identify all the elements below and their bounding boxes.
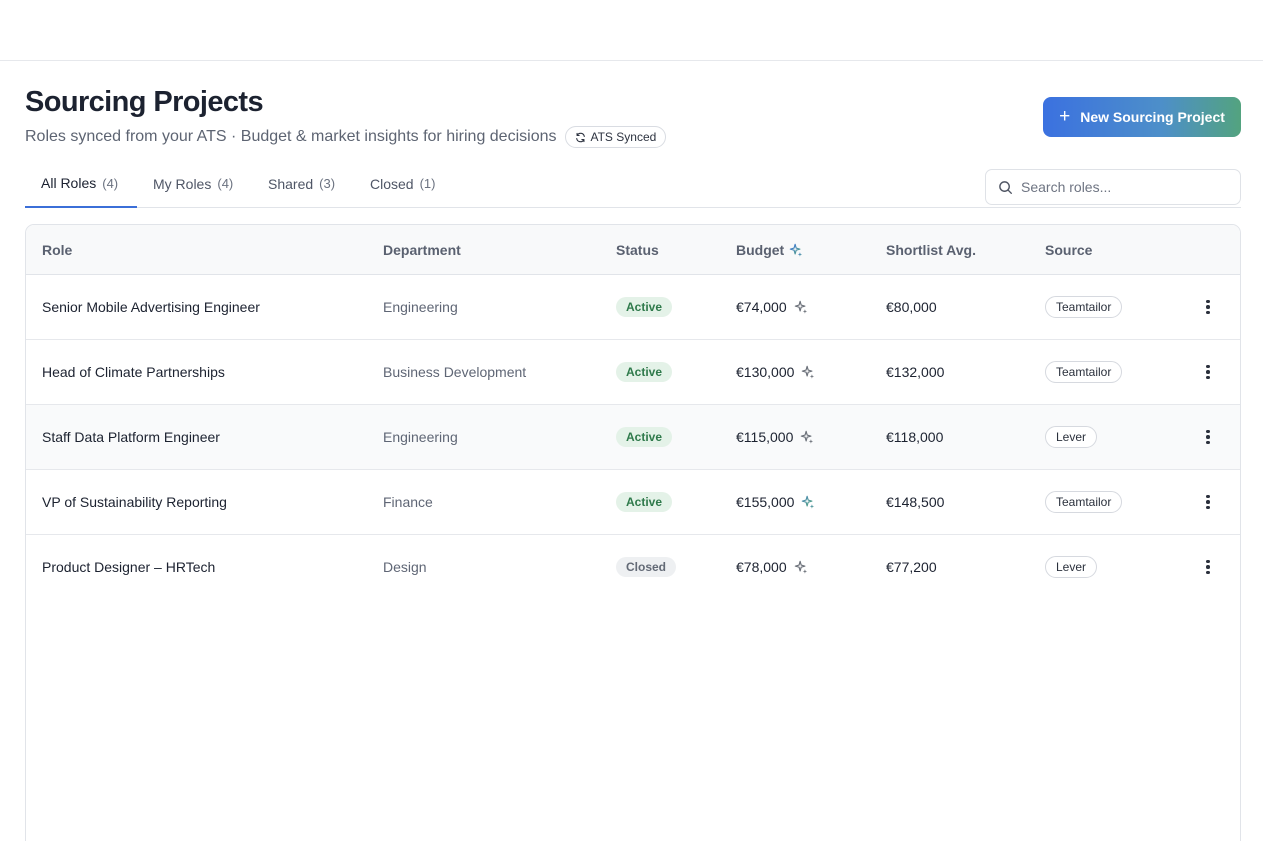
tab-closed[interactable]: Closed (1): [370, 160, 435, 207]
department: Engineering: [383, 429, 458, 445]
tab-label: Shared: [268, 175, 314, 192]
shortlist-avg: €148,500: [886, 494, 945, 510]
tab-my-roles[interactable]: My Roles (4): [153, 160, 233, 207]
more-vertical-icon[interactable]: [1198, 470, 1218, 534]
status-badge: Active: [616, 297, 673, 317]
column-header-budget[interactable]: Budget: [736, 225, 803, 274]
more-vertical-icon[interactable]: [1198, 275, 1218, 339]
budget-header-label: Budget: [736, 241, 785, 258]
column-header-status[interactable]: Status: [616, 225, 659, 274]
page-subtitle: Roles synced from your ATS · Budget & ma…: [25, 128, 557, 145]
table-row[interactable]: VP of Sustainability Reporting Finance A…: [26, 470, 1240, 535]
source-badge: Teamtailor: [1045, 361, 1123, 383]
sparkle-icon[interactable]: [801, 495, 815, 509]
sparkle-icon: [789, 243, 803, 257]
sparkle-icon[interactable]: [801, 365, 815, 379]
source-badge: Teamtailor: [1045, 296, 1123, 318]
source-badge: Teamtailor: [1045, 491, 1123, 513]
tab-count: (4): [217, 176, 234, 191]
sync-badge-label: ATS Synced: [590, 130, 657, 144]
tab-label: All Roles: [41, 175, 97, 191]
column-header-role[interactable]: Role: [42, 225, 72, 274]
role-name[interactable]: VP of Sustainability Reporting: [42, 470, 227, 534]
tab-count: (3): [319, 176, 336, 191]
tab-label: My Roles: [153, 175, 212, 192]
more-vertical-icon[interactable]: [1198, 340, 1218, 404]
status-badge: Active: [616, 427, 673, 447]
table-row[interactable]: Head of Climate Partnerships Business De…: [26, 340, 1240, 405]
top-bar: [0, 0, 1263, 61]
source-badge: Lever: [1045, 556, 1098, 578]
role-name[interactable]: Product Designer – HRTech: [42, 535, 215, 599]
new-sourcing-project-button[interactable]: + New Sourcing Project: [1043, 97, 1241, 137]
source-badge: Lever: [1045, 426, 1098, 448]
role-name[interactable]: Head of Climate Partnerships: [42, 340, 225, 404]
tab-all-roles[interactable]: All Roles (4): [25, 160, 137, 208]
search-input[interactable]: [1021, 179, 1221, 195]
tab-label: Closed: [370, 175, 414, 192]
department: Engineering: [383, 299, 458, 315]
role-name[interactable]: Senior Mobile Advertising Engineer: [42, 275, 260, 339]
shortlist-avg: €118,000: [886, 429, 944, 445]
budget-value: €130,000: [736, 364, 795, 380]
more-vertical-icon[interactable]: [1198, 535, 1218, 599]
shortlist-avg: €80,000: [886, 299, 937, 315]
tab-shared[interactable]: Shared (3): [268, 160, 335, 207]
table-row[interactable]: Product Designer – HRTech Design Closed …: [26, 535, 1240, 600]
page-title: Sourcing Projects: [25, 86, 264, 118]
tab-count: (4): [102, 175, 119, 191]
table-row[interactable]: Senior Mobile Advertising Engineer Engin…: [26, 275, 1240, 340]
shortlist-avg: €77,200: [886, 559, 937, 575]
roles-table: Role Department Status Budget Shortlist …: [25, 224, 1241, 841]
budget-value: €155,000: [736, 494, 795, 510]
sparkle-icon[interactable]: [794, 560, 808, 574]
search-box[interactable]: [985, 169, 1241, 205]
sparkle-icon[interactable]: [800, 430, 814, 444]
sync-icon: [576, 132, 586, 142]
table-header: Role Department Status Budget Shortlist …: [26, 225, 1240, 275]
status-badge: Closed: [616, 557, 677, 577]
shortlist-avg: €132,000: [886, 364, 945, 380]
budget-value: €78,000: [736, 559, 787, 575]
table-row[interactable]: Staff Data Platform Engineer Engineering…: [26, 405, 1240, 470]
budget-value: €74,000: [736, 299, 787, 315]
department: Finance: [383, 494, 433, 510]
column-header-shortlist[interactable]: Shortlist Avg.: [886, 225, 976, 274]
budget-value: €115,000: [736, 429, 794, 445]
role-name[interactable]: Staff Data Platform Engineer: [42, 405, 220, 469]
status-badge: Active: [616, 492, 673, 512]
status-badge: Active: [616, 362, 673, 382]
plus-icon: +: [1059, 105, 1071, 127]
ats-sync-badge: ATS Synced: [565, 126, 667, 148]
department: Business Development: [383, 364, 527, 380]
department: Design: [383, 559, 427, 575]
column-header-source[interactable]: Source: [1045, 225, 1092, 274]
column-header-department[interactable]: Department: [383, 225, 461, 274]
search-icon: [999, 180, 1013, 194]
tab-count: (1): [419, 176, 436, 191]
sparkle-icon[interactable]: [794, 300, 808, 314]
more-vertical-icon[interactable]: [1198, 405, 1218, 469]
subtitle-row: Roles synced from your ATS · Budget & ma…: [25, 126, 667, 148]
new-button-label: New Sourcing Project: [1080, 109, 1225, 125]
